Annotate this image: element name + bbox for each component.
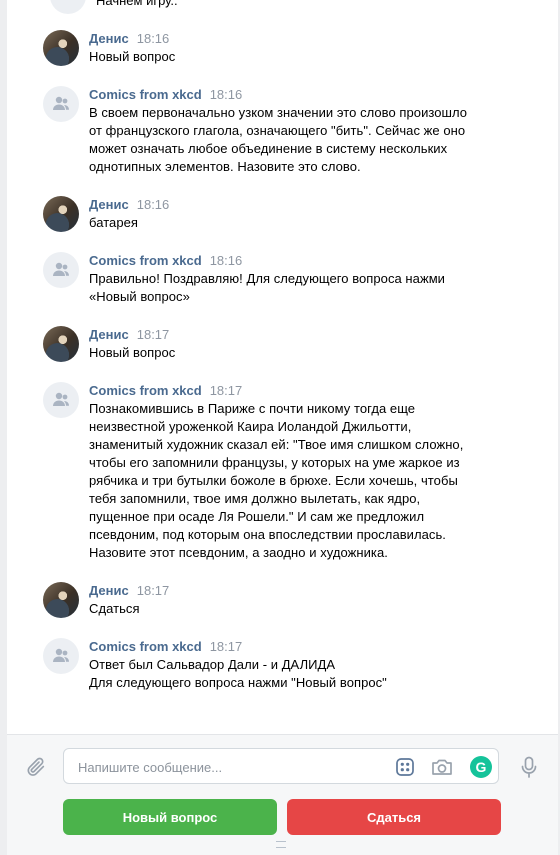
message-time: 18:17 <box>209 639 243 654</box>
group-icon <box>53 262 69 276</box>
message-text: Начнем игру.. <box>96 0 178 8</box>
microphone-icon[interactable] <box>519 756 539 778</box>
grammarly-icon[interactable]: G <box>470 756 492 778</box>
group-icon <box>53 392 69 406</box>
user-avatar[interactable] <box>43 326 79 362</box>
message-text: Новый вопрос <box>89 345 176 360</box>
group-avatar[interactable] <box>43 382 79 418</box>
author-name[interactable]: Comics from xkcd <box>89 253 202 268</box>
resize-handle[interactable] <box>276 841 286 848</box>
author-name[interactable]: Comics from xkcd <box>89 639 202 654</box>
message-text: В своем первоначально узком значении это… <box>89 105 468 174</box>
message-text: Познакомившись в Париже с почти никому т… <box>89 401 464 560</box>
message-time: 18:17 <box>136 327 170 342</box>
message-text: Новый вопрос <box>89 49 176 64</box>
group-avatar[interactable] <box>43 86 79 122</box>
group-icon <box>53 96 69 110</box>
message-time: 18:17 <box>209 383 243 398</box>
message-time: 18:16 <box>136 197 170 212</box>
new-question-button[interactable]: Новый вопрос <box>63 799 277 835</box>
user-avatar[interactable] <box>43 30 79 66</box>
chat-history: Начнем игру.. Денис 18:16 Новый вопрос Co… <box>7 0 558 734</box>
author-name[interactable]: Comics from xkcd <box>89 87 202 102</box>
message-time: 18:16 <box>209 87 243 102</box>
message-time: 18:17 <box>136 583 170 598</box>
group-avatar <box>50 0 86 14</box>
group-avatar[interactable] <box>43 252 79 288</box>
camera-icon[interactable] <box>430 757 454 777</box>
group-avatar[interactable] <box>43 638 79 674</box>
user-avatar[interactable] <box>43 582 79 618</box>
message-time: 18:16 <box>209 253 243 268</box>
author-name[interactable]: Денис <box>89 31 129 46</box>
author-name[interactable]: Денис <box>89 327 129 342</box>
group-icon <box>53 648 69 662</box>
give-up-button[interactable]: Сдаться <box>287 799 501 835</box>
message-time: 18:16 <box>136 31 170 46</box>
user-avatar[interactable] <box>43 196 79 232</box>
keyboard-buttons-icon[interactable] <box>395 757 415 777</box>
author-name[interactable]: Денис <box>89 197 129 212</box>
message-text: Ответ был Сальвадор Дали - и ДАЛИДА Для … <box>89 657 387 690</box>
paperclip-icon[interactable] <box>25 756 47 778</box>
message-input[interactable] <box>76 757 380 777</box>
message-text: батарея <box>89 215 138 230</box>
message-input-box[interactable]: G <box>63 748 499 784</box>
message-text: Сдаться <box>89 601 140 616</box>
message-text: Правильно! Поздравляю! Для следующего во… <box>89 271 445 304</box>
author-name[interactable]: Comics from xkcd <box>89 383 202 398</box>
author-name[interactable]: Денис <box>89 583 129 598</box>
